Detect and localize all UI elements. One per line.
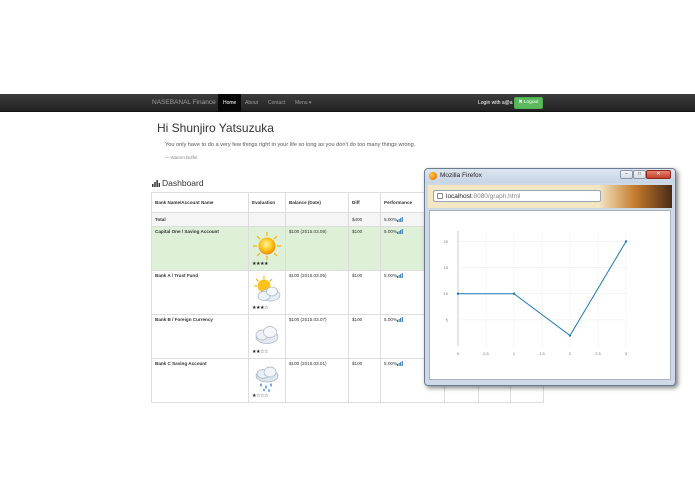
y-tick-label: 20	[444, 239, 449, 244]
evaluation-cell: ★★★★	[248, 226, 286, 271]
close-button[interactable]: ✕	[646, 170, 671, 179]
evaluation-cell: ★★☆☆	[248, 314, 286, 359]
y-tick-label: 15	[444, 265, 449, 270]
signal-bars-icon	[397, 317, 403, 322]
y-tick-label: 5	[446, 317, 449, 322]
balance: $100 (2015.03.07)	[285, 314, 349, 359]
window-titlebar[interactable]: Mozilla Firefox – □ ✕	[425, 169, 675, 183]
signal-bars-icon	[397, 273, 403, 278]
x-tick-label: 3	[625, 351, 628, 356]
account-name[interactable]: Bank A / Trust Fund	[151, 270, 249, 315]
data-point	[456, 292, 460, 295]
rating-stars: ★☆☆☆	[252, 393, 268, 399]
rating-stars: ★★☆☆	[252, 349, 268, 355]
y-tick-label: 10	[444, 291, 449, 296]
x-tick-label: 1	[513, 351, 516, 356]
col-header-evaluation[interactable]: Evaluation	[248, 192, 286, 213]
diff: $100	[348, 314, 381, 359]
evaluation-cell: ★★★☆	[248, 270, 286, 315]
account-name[interactable]: Capital One / Saving Account	[151, 226, 249, 271]
data-point	[624, 240, 628, 243]
signal-bars-icon	[397, 217, 403, 222]
bar-chart-icon	[152, 180, 160, 187]
dashboard-title-label: Dashboard	[162, 178, 204, 188]
minimize-button[interactable]: –	[620, 170, 633, 179]
x-tick-label: 2.5	[595, 351, 601, 356]
sunny-icon	[253, 232, 281, 260]
line-chart: 0 0.5 1 1.5 2 2.5 3 20 15 10 5	[444, 231, 628, 356]
screenshot: NASEBANAL Finance Home About Contact Men…	[0, 0, 695, 494]
x-tick-label: 0	[457, 351, 460, 356]
maximize-button[interactable]: □	[633, 170, 646, 179]
col-header-balance[interactable]: Balance (Date)	[285, 192, 349, 213]
x-tick-label: 0.5	[483, 351, 489, 356]
window-title: Mozilla Firefox	[440, 172, 482, 179]
quote-author: — Warren Buffet	[165, 155, 198, 160]
nav-menu-dropdown[interactable]: Menu ▾	[290, 94, 316, 112]
diff: $100	[348, 358, 381, 403]
logout-label: Logout	[523, 100, 539, 105]
firefox-popup-window[interactable]: Mozilla Firefox – □ ✕ localhost:8080/gra…	[424, 168, 676, 386]
account-name[interactable]: Bank C Saving Account	[151, 358, 249, 403]
firefox-logo-icon	[429, 172, 437, 180]
popup-content: 0 0.5 1 1.5 2 2.5 3 20 15 10 5	[429, 210, 671, 380]
navbar: NASEBANAL Finance Home About Contact Men…	[0, 94, 695, 112]
total-diff: $400	[348, 212, 381, 227]
x-tick-label: 2	[569, 351, 572, 356]
url-toolbar: localhost:8080/graph.html	[428, 185, 672, 208]
diff: $100	[348, 270, 381, 315]
evaluation-cell: ★☆☆☆	[248, 358, 286, 403]
address-bar[interactable]: localhost:8080/graph.html	[433, 190, 601, 202]
rain-icon	[255, 366, 279, 392]
page-icon	[437, 193, 443, 199]
balance: $100 (2015.03.01)	[285, 358, 349, 403]
nav-home[interactable]: Home	[218, 94, 242, 112]
rating-stars: ★★★☆	[252, 305, 268, 311]
cloudy-icon	[255, 326, 279, 344]
partly-cloudy-icon	[254, 276, 281, 302]
balance: $100 (2015.03.05)	[285, 270, 349, 315]
signal-bars-icon	[397, 229, 403, 234]
diff: $100	[348, 226, 381, 271]
brand-link[interactable]: NASEBANAL Finance	[152, 99, 216, 106]
nav-about[interactable]: About	[240, 94, 263, 112]
data-point	[568, 334, 572, 337]
nav-contact[interactable]: Contact	[263, 94, 290, 112]
address-text[interactable]: localhost:8080/graph.html	[446, 193, 520, 200]
col-header-name[interactable]: Bank Name/Account Name	[151, 192, 249, 213]
greeting-heading: Hi Shunjiro Yatsuzuka	[157, 121, 274, 135]
balance: $100 (2015.03.08)	[285, 226, 349, 271]
data-point	[512, 292, 516, 295]
logout-button[interactable]: ✖ Logout	[514, 97, 543, 109]
dashboard-title: Dashboard	[152, 178, 204, 188]
account-name[interactable]: Bank B / Foreign Currency	[151, 314, 249, 359]
rating-stars: ★★★★	[252, 261, 268, 267]
quote-text: You only have to do a very few things ri…	[165, 142, 416, 148]
signal-bars-icon	[397, 361, 403, 366]
total-label: Total	[151, 212, 249, 227]
x-tick-label: 1.5	[539, 351, 545, 356]
col-header-diff[interactable]: Diff	[348, 192, 381, 213]
login-status: Login with a@a	[478, 100, 513, 106]
